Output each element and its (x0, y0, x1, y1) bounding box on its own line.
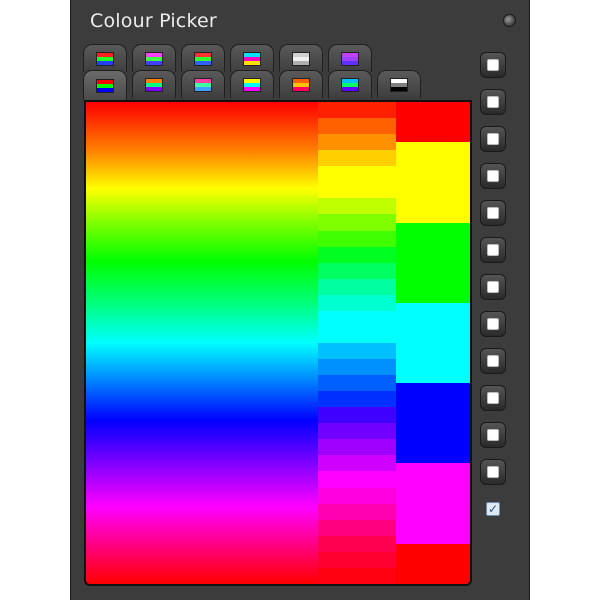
checkmark-icon: ✓ (486, 502, 500, 516)
swatch[interactable] (318, 278, 396, 295)
swatch-button-9[interactable] (480, 348, 506, 374)
tab-rgb-sliders[interactable] (83, 44, 127, 72)
square-icon (487, 281, 499, 293)
swatch[interactable] (318, 166, 396, 183)
window-title: Colour Picker (90, 10, 217, 32)
gamma-curve-icon (341, 51, 359, 66)
palette-grayscale-icon (390, 77, 408, 92)
swatch-button-3[interactable] (480, 126, 506, 152)
swatch[interactable] (396, 383, 470, 464)
square-icon (487, 170, 499, 182)
square-icon (487, 466, 499, 478)
swatch[interactable] (318, 294, 396, 311)
tab-palette-grid[interactable] (132, 70, 176, 98)
swatch[interactable] (318, 342, 396, 359)
square-icon (487, 59, 499, 71)
swatch[interactable] (318, 567, 396, 584)
swatch-button-12[interactable] (480, 459, 506, 485)
swatch[interactable] (318, 487, 396, 504)
swatch[interactable] (396, 543, 470, 584)
swatch-button-5[interactable] (480, 200, 506, 226)
swatch[interactable] (318, 359, 396, 376)
spectrum-gradient[interactable] (86, 102, 318, 584)
swatch[interactable] (318, 246, 396, 263)
swatch[interactable] (318, 230, 396, 247)
tab-palette-grayscale[interactable] (377, 70, 421, 98)
tab-palette-warm[interactable] (279, 70, 323, 98)
tab-cmyk-sliders[interactable] (230, 44, 274, 72)
tab-palette-cool[interactable] (328, 70, 372, 98)
cmyk-sliders-icon (243, 51, 261, 66)
square-icon (487, 318, 499, 330)
swatch[interactable] (318, 118, 396, 135)
square-icon (487, 207, 499, 219)
swatch[interactable] (318, 150, 396, 167)
eyedropper-icon (292, 51, 310, 66)
tab-gamma-curve[interactable] (328, 44, 372, 72)
colour-wheel-icon (194, 51, 212, 66)
swatch[interactable] (318, 102, 396, 119)
tab-hsv-sliders[interactable] (132, 44, 176, 72)
swatch[interactable] (318, 455, 396, 472)
square-icon (487, 429, 499, 441)
swatch[interactable] (318, 439, 396, 456)
swatch-column-coarse (396, 102, 470, 584)
swatch[interactable] (318, 326, 396, 343)
square-icon (487, 133, 499, 145)
palette-stripes-icon (243, 77, 261, 92)
tab-palette-mix[interactable] (181, 70, 225, 98)
swatch[interactable] (318, 182, 396, 199)
swatch[interactable] (396, 302, 470, 384)
swatch[interactable] (318, 214, 396, 231)
close-icon[interactable] (503, 14, 516, 27)
swatch[interactable] (396, 102, 470, 143)
swatch[interactable] (318, 471, 396, 488)
swatch[interactable] (318, 310, 396, 327)
square-icon (487, 244, 499, 256)
swatch-button-6[interactable] (480, 237, 506, 263)
palette-area[interactable] (84, 100, 472, 586)
swatch-button-4[interactable] (480, 163, 506, 189)
palette-warm-icon (292, 77, 310, 92)
swatch[interactable] (318, 503, 396, 520)
swatch-checkbox[interactable]: ✓ (480, 496, 506, 522)
square-icon (487, 96, 499, 108)
swatch-button-10[interactable] (480, 385, 506, 411)
swatch[interactable] (396, 142, 470, 223)
swatch[interactable] (318, 198, 396, 215)
tab-eyedropper[interactable] (279, 44, 323, 72)
swatch[interactable] (396, 463, 470, 544)
swatch-column-fine (318, 102, 396, 584)
tab-palette-stripes[interactable] (230, 70, 274, 98)
swatch[interactable] (318, 391, 396, 408)
swatch[interactable] (318, 262, 396, 279)
rgb-sliders-icon (96, 51, 114, 66)
square-icon (487, 355, 499, 367)
swatch-button-2[interactable] (480, 89, 506, 115)
swatch-button-8[interactable] (480, 311, 506, 337)
tab-colour-wheel[interactable] (181, 44, 225, 72)
palette-mix-icon (194, 77, 212, 92)
tab-palette-spectrum[interactable] (83, 70, 127, 100)
palette-cool-icon (341, 77, 359, 92)
swatch[interactable] (318, 423, 396, 440)
square-icon (487, 392, 499, 404)
swatch[interactable] (318, 375, 396, 392)
swatch-button-1[interactable] (480, 52, 506, 78)
swatch[interactable] (318, 134, 396, 151)
swatch[interactable] (396, 222, 470, 303)
swatch-button-11[interactable] (480, 422, 506, 448)
hsv-sliders-icon (145, 51, 163, 66)
swatch[interactable] (318, 535, 396, 552)
swatch[interactable] (318, 519, 396, 536)
palette-grid-icon (145, 77, 163, 92)
colour-picker-panel: Colour Picker ✓ (70, 0, 530, 600)
palette-spectrum-icon (96, 78, 114, 93)
swatch[interactable] (318, 551, 396, 568)
swatch[interactable] (318, 407, 396, 424)
swatch-button-7[interactable] (480, 274, 506, 300)
